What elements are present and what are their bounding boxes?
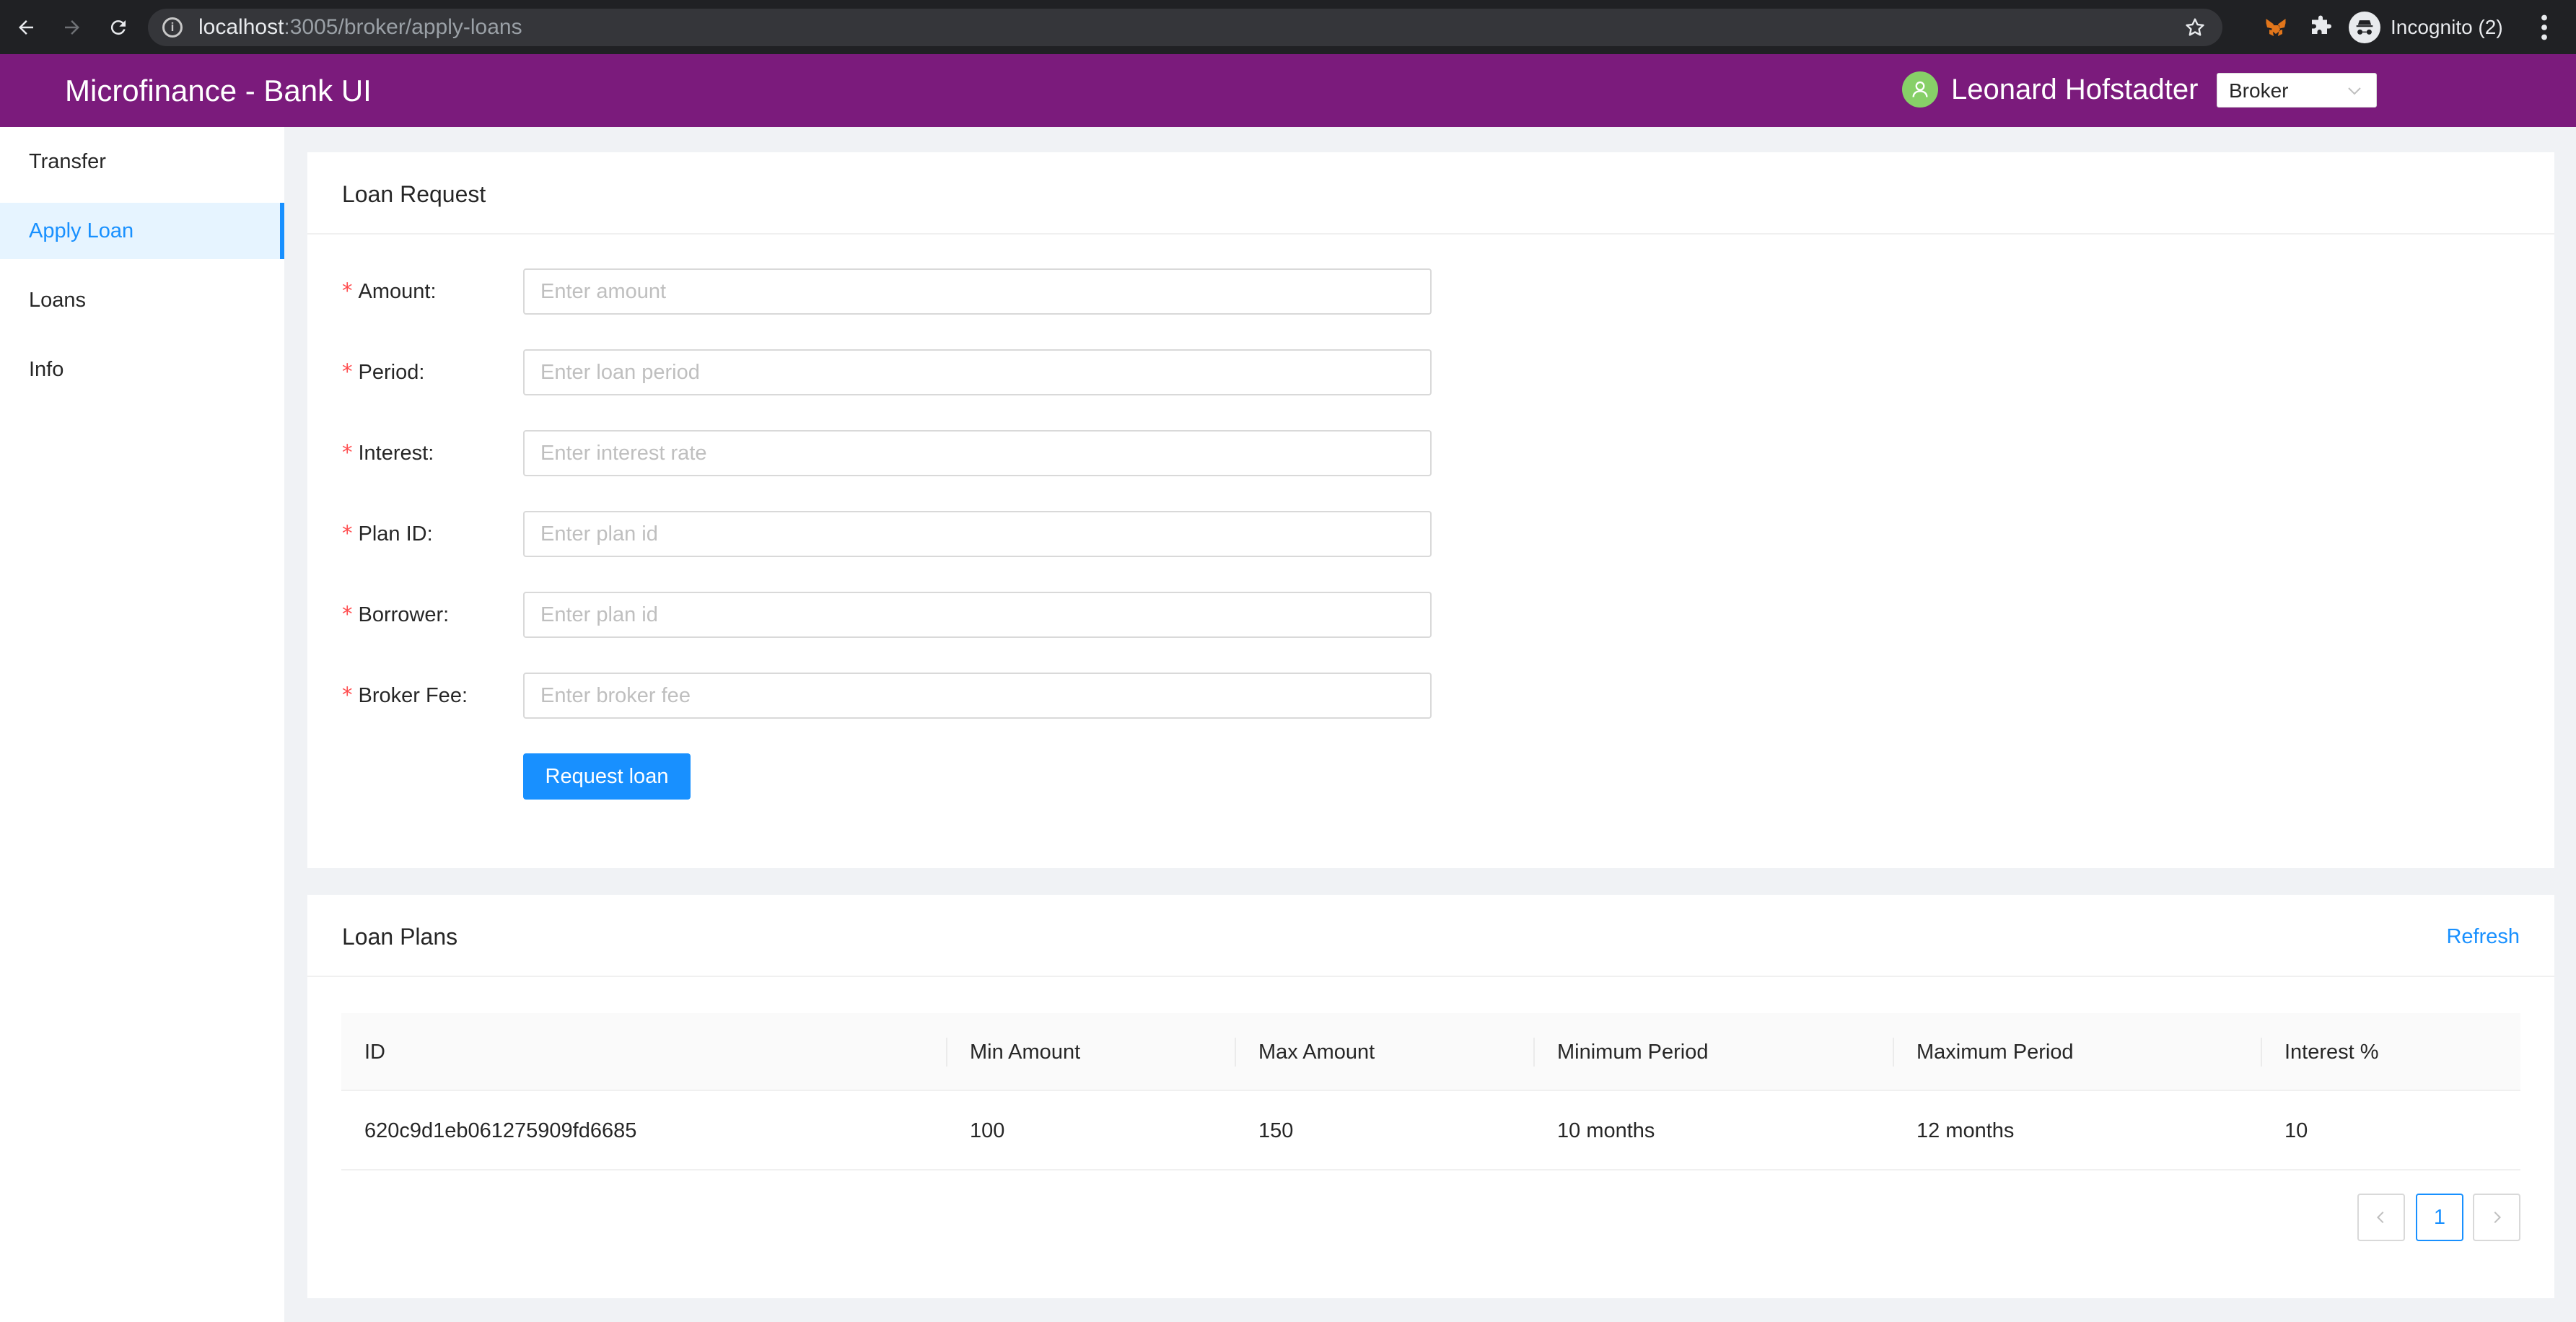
url-path: :3005/broker/apply-loans <box>284 15 522 39</box>
extensions-puzzle-icon[interactable] <box>2308 14 2334 40</box>
pagination-prev-button[interactable] <box>2357 1194 2405 1241</box>
column-divider <box>946 1038 947 1067</box>
chevron-left-icon <box>2376 1211 2384 1224</box>
table-row[interactable]: 620c9d1eb061275909fd6685 100 150 10 mont… <box>341 1091 2520 1170</box>
cell-minimum-period: 10 months <box>1557 1119 1655 1142</box>
browser-toolbar: i localhost:3005/broker/apply-loans Inco… <box>0 0 2576 54</box>
column-header-id[interactable]: ID <box>364 1013 385 1091</box>
incognito-icon <box>2349 12 2380 43</box>
column-header-max-amount[interactable]: Max Amount <box>1258 1013 1375 1091</box>
sidebar-item-loans[interactable]: Loans <box>0 272 284 328</box>
plan-id-input[interactable] <box>523 511 1432 557</box>
sidebar-item-transfer[interactable]: Transfer <box>0 133 284 190</box>
column-divider <box>1533 1038 1535 1067</box>
pagination-next-button[interactable] <box>2473 1194 2520 1241</box>
interest-input[interactable] <box>523 430 1432 476</box>
back-arrow-icon[interactable] <box>9 10 43 45</box>
interest-label: * Interest: <box>342 440 434 465</box>
address-bar[interactable]: i localhost:3005/broker/apply-loans <box>148 9 2222 46</box>
column-divider <box>2261 1038 2262 1067</box>
borrower-input[interactable] <box>523 592 1432 638</box>
column-header-minimum-period[interactable]: Minimum Period <box>1557 1013 1709 1091</box>
cell-max-amount: 150 <box>1258 1119 1294 1142</box>
user-icon <box>1912 81 1928 97</box>
cell-id: 620c9d1eb061275909fd6685 <box>364 1119 637 1142</box>
column-header-interest[interactable]: Interest % <box>2284 1013 2379 1091</box>
url-host: localhost <box>198 15 284 39</box>
loan-plans-card-header: Loan Plans Refresh <box>307 895 2554 977</box>
more-vertical-icon[interactable] <box>2540 14 2549 40</box>
amount-input[interactable] <box>523 268 1432 315</box>
role-select-value: Broker <box>2229 79 2289 102</box>
pagination-page-1[interactable]: 1 <box>2416 1194 2463 1241</box>
column-header-min-amount[interactable]: Min Amount <box>970 1013 1080 1091</box>
reload-icon[interactable] <box>101 10 136 45</box>
address-url[interactable]: localhost:3005/broker/apply-loans <box>198 15 522 40</box>
info-icon[interactable]: i <box>162 17 183 38</box>
refresh-link[interactable]: Refresh <box>2446 924 2520 950</box>
borrower-label: * Borrower: <box>342 602 450 626</box>
broker-fee-label: * Broker Fee: <box>342 683 468 707</box>
period-label: * Period: <box>342 359 425 384</box>
broker-fee-input[interactable] <box>523 673 1432 719</box>
role-select[interactable]: Broker <box>2217 73 2377 108</box>
sidebar: Transfer Apply Loan Loans Info <box>0 127 284 1322</box>
column-divider <box>1235 1038 1236 1067</box>
request-loan-button[interactable]: Request loan <box>523 753 691 800</box>
forward-arrow-icon[interactable] <box>55 10 89 45</box>
period-input[interactable] <box>523 349 1432 395</box>
app-title: Microfinance - Bank UI <box>65 74 372 108</box>
loan-request-card-header: Loan Request <box>307 152 2554 235</box>
loan-plans-title: Loan Plans <box>342 924 458 950</box>
chevron-down-icon <box>2348 87 2361 95</box>
sidebar-item-apply-loan[interactable]: Apply Loan <box>0 203 284 259</box>
loan-request-title: Loan Request <box>342 181 486 207</box>
incognito-profile[interactable]: Incognito (2) <box>2349 9 2503 46</box>
sidebar-item-info[interactable]: Info <box>0 341 284 398</box>
incognito-label: Incognito (2) <box>2391 16 2503 38</box>
cell-min-amount: 100 <box>970 1119 1005 1142</box>
chevron-right-icon <box>2494 1211 2502 1224</box>
column-header-maximum-period[interactable]: Maximum Period <box>1916 1013 2074 1091</box>
column-divider <box>1893 1038 1894 1067</box>
metamask-icon[interactable] <box>2263 14 2289 40</box>
amount-label: * Amount: <box>342 279 437 303</box>
user-avatar[interactable] <box>1902 71 1938 108</box>
user-name: Leonard Hofstadter <box>1951 74 2199 105</box>
cell-maximum-period: 12 months <box>1916 1119 2015 1142</box>
plan-id-label: * Plan ID: <box>342 521 433 546</box>
cell-interest: 10 <box>2284 1119 2308 1142</box>
loan-plans-table-header: ID Min Amount Max Amount Minimum Period … <box>341 1013 2520 1091</box>
bookmark-star-icon[interactable] <box>2183 16 2207 39</box>
app-header: Microfinance - Bank UI Leonard Hofstadte… <box>0 54 2576 127</box>
